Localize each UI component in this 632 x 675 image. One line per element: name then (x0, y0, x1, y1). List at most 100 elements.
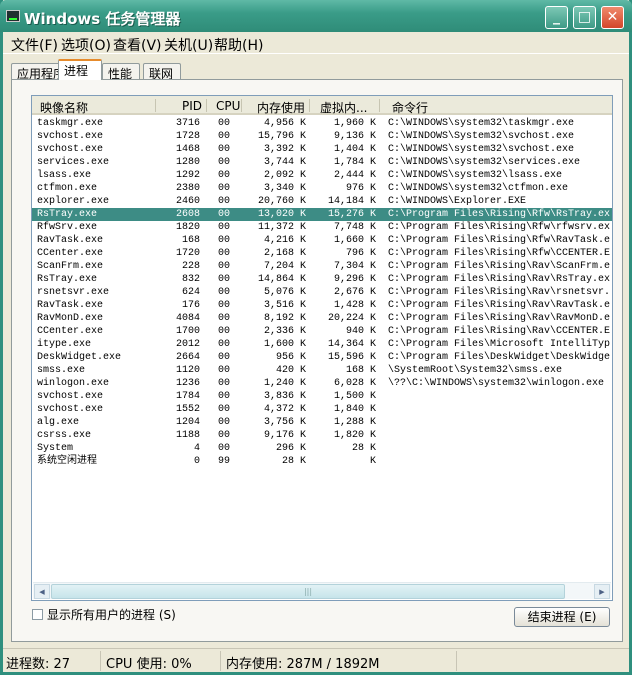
process-list[interactable]: 映像名称 PID CPU 内存使用 虚拟内... 命令行 taskmgr.exe… (31, 95, 613, 601)
column-divider[interactable] (241, 99, 242, 112)
show-all-users-label[interactable]: 显示所有用户的进程 (S) (47, 606, 176, 623)
column-mem-usage[interactable]: 内存使用 (257, 99, 305, 116)
process-row[interactable]: CCenter.exe 1700 00 2,336 K 940 K C:\Program … (32, 325, 612, 338)
process-row[interactable]: RsTray.exe 832 00 14,864 K 9,296 K C:\Program… (32, 273, 612, 286)
column-divider[interactable] (309, 99, 310, 112)
scroll-thumb[interactable]: ||| (51, 584, 565, 599)
menu-shutdown[interactable]: 关机(U) (164, 35, 213, 55)
cell-mem-usage: 1,600 K (263, 339, 306, 350)
cell-cpu: 00 (218, 365, 231, 376)
process-row[interactable]: RavMonD.exe 4084 00 8,192 K 20,224 K C:\Progr… (32, 312, 612, 325)
minimize-button[interactable]: _ (545, 6, 568, 29)
process-row[interactable]: System 4 00 296 K 28 K (32, 442, 612, 455)
process-row[interactable]: RsTray.exe 2608 00 13,020 K 15,276 K C:\Progr… (32, 208, 612, 221)
title-bar[interactable]: Windows 任务管理器 _ □ ✕ (0, 0, 632, 32)
cell-command-line: C:\Program Files\Rising\Rav\CCENTER.E (388, 326, 611, 337)
cell-mem-usage: 1,240 K (263, 378, 306, 389)
scroll-left-icon[interactable]: ◀ (34, 584, 50, 599)
cell-image-name: rsnetsvr.exe (37, 287, 110, 298)
process-row[interactable]: svchost.exe 1468 00 3,392 K 1,404 K C:\WINDOW… (32, 143, 612, 156)
process-row[interactable]: explorer.exe 2460 00 20,760 K 14,184 K C:\WIN… (32, 195, 612, 208)
cell-pid: 2460 (175, 196, 200, 207)
cell-image-name: winlogon.exe (37, 378, 110, 389)
cell-mem-usage: 3,340 K (263, 183, 306, 194)
menu-view[interactable]: 查看(V) (113, 35, 162, 55)
process-row[interactable]: itype.exe 2012 00 1,600 K 14,364 K C:\Program… (32, 338, 612, 351)
process-row[interactable]: DeskWidget.exe 2664 00 956 K 15,596 K C:\Prog… (32, 351, 612, 364)
tab-processes[interactable]: 进程 (58, 59, 102, 80)
cell-pid: 1280 (175, 157, 200, 168)
process-row[interactable]: smss.exe 1120 00 420 K 168 K \SystemRoot\Syst… (32, 364, 612, 377)
process-row[interactable]: CCenter.exe 1720 00 2,168 K 796 K C:\Program … (32, 247, 612, 260)
tab-networking[interactable]: 联网 (143, 63, 181, 81)
cell-image-name: RfwSrv.exe (37, 222, 98, 233)
process-row[interactable]: svchost.exe 1552 00 4,372 K 1,840 K (32, 403, 612, 416)
cell-pid: 0 (193, 456, 200, 467)
tab-performance[interactable]: 性能 (102, 63, 140, 81)
cell-pid: 2608 (175, 209, 200, 220)
cell-virtual-mem: 6,028 K (333, 378, 376, 389)
cell-cpu: 00 (218, 443, 231, 454)
menu-options[interactable]: 选项(O) (61, 35, 111, 55)
cell-mem-usage: 4,216 K (263, 235, 306, 246)
maximize-button[interactable]: □ (573, 6, 596, 29)
process-row[interactable]: lsass.exe 1292 00 2,092 K 2,444 K C:\WINDOWS\… (32, 169, 612, 182)
column-image-name[interactable]: 映像名称 (40, 99, 88, 116)
process-row[interactable]: svchost.exe 1784 00 3,836 K 1,500 K (32, 390, 612, 403)
cell-command-line: C:\WINDOWS\system32\svchost.exe (388, 144, 575, 155)
status-memory-usage: 内存使用: 287M / 1892M (226, 657, 380, 672)
process-row[interactable]: ctfmon.exe 2380 00 3,340 K 976 K C:\WINDOWS\s… (32, 182, 612, 195)
cell-mem-usage: 15,796 K (257, 131, 306, 142)
process-row[interactable]: winlogon.exe 1236 00 1,240 K 6,028 K \??\C:\W… (32, 377, 612, 390)
cell-cpu: 00 (218, 352, 231, 363)
column-pid[interactable]: PID (182, 99, 202, 113)
column-virtual-mem[interactable]: 虚拟内... (320, 99, 367, 116)
cell-pid: 1292 (175, 170, 200, 181)
cell-pid: 1204 (175, 417, 200, 428)
process-row[interactable]: csrss.exe 1188 00 9,176 K 1,820 K (32, 429, 612, 442)
process-row[interactable]: services.exe 1280 00 3,744 K 1,784 K C:\WINDO… (32, 156, 612, 169)
cell-mem-usage: 420 K (275, 365, 306, 376)
cell-mem-usage: 3,744 K (263, 157, 306, 168)
cell-pid: 1552 (175, 404, 200, 415)
menu-help[interactable]: 帮助(H) (214, 35, 263, 55)
cell-image-name: alg.exe (37, 417, 80, 428)
cell-cpu: 00 (218, 326, 231, 337)
column-divider[interactable] (155, 99, 156, 112)
process-row[interactable]: RavTask.exe 168 00 4,216 K 1,660 K C:\Program… (32, 234, 612, 247)
cell-cpu: 00 (218, 157, 231, 168)
cell-pid: 1468 (175, 144, 200, 155)
column-command-line[interactable]: 命令行 (392, 99, 428, 116)
horizontal-scrollbar[interactable]: ◀ ||| ▶ (33, 582, 611, 599)
menu-file[interactable]: 文件(F) (11, 35, 58, 55)
column-cpu[interactable]: CPU (216, 99, 240, 113)
process-row[interactable]: RfwSrv.exe 1820 00 11,372 K 7,748 K C:\Progra… (32, 221, 612, 234)
process-row[interactable]: svchost.exe 1728 00 15,796 K 9,136 K C:\WINDO… (32, 130, 612, 143)
column-divider[interactable] (206, 99, 207, 112)
cell-virtual-mem: 1,404 K (333, 144, 376, 155)
cell-virtual-mem: 7,304 K (333, 261, 376, 272)
cell-pid: 2380 (175, 183, 200, 194)
status-divider (220, 651, 221, 671)
process-row[interactable]: rsnetsvr.exe 624 00 5,076 K 2,676 K C:\Progra… (32, 286, 612, 299)
status-bar: 进程数: 27 CPU 使用: 0% 内存使用: 287M / 1892M (3, 648, 629, 672)
end-process-button[interactable]: 结束进程 (E) (514, 607, 610, 627)
close-button[interactable]: ✕ (601, 6, 624, 29)
process-row[interactable]: ScanFrm.exe 228 00 7,204 K 7,304 K C:\Program… (32, 260, 612, 273)
cell-cpu: 00 (218, 261, 231, 272)
cell-virtual-mem: 1,428 K (333, 300, 376, 311)
process-row[interactable]: RavTask.exe 176 00 3,516 K 1,428 K C:\Program… (32, 299, 612, 312)
process-row[interactable]: alg.exe 1204 00 3,756 K 1,288 K (32, 416, 612, 429)
process-row[interactable]: 系统空闲进程 0 99 28 K K (32, 455, 612, 468)
cell-cpu: 00 (218, 222, 231, 233)
column-divider[interactable] (379, 99, 380, 112)
cell-image-name: services.exe (37, 157, 110, 168)
cell-image-name: RavMonD.exe (37, 313, 104, 324)
cell-virtual-mem: 1,500 K (333, 391, 376, 402)
cell-virtual-mem: K (369, 456, 376, 467)
cell-mem-usage: 20,760 K (257, 196, 306, 207)
scroll-right-icon[interactable]: ▶ (594, 584, 610, 599)
process-row[interactable]: taskmgr.exe 3716 00 4,956 K 1,960 K C:\WINDOW… (32, 117, 612, 130)
show-all-users-checkbox[interactable] (32, 609, 43, 620)
cell-mem-usage: 4,372 K (263, 404, 306, 415)
